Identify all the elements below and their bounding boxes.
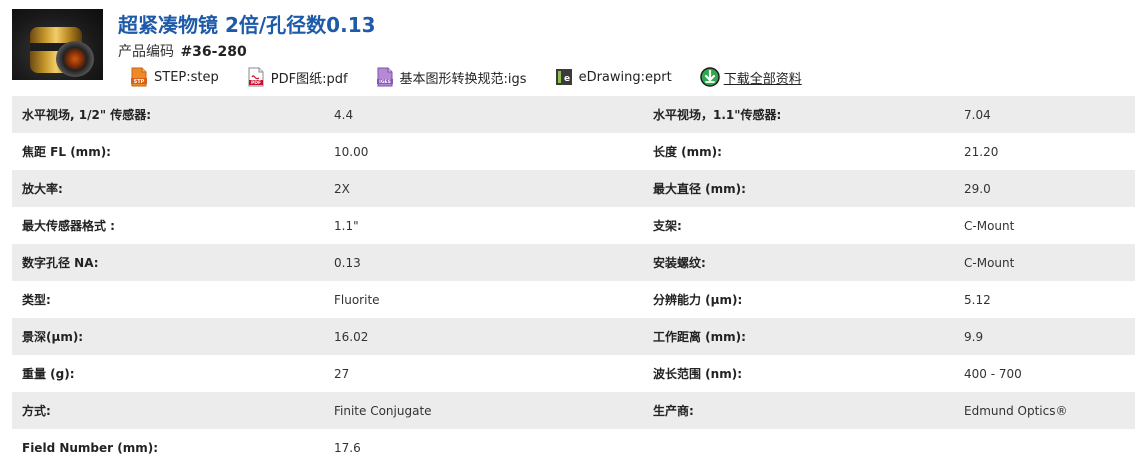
spec-value: C-Mount [954, 207, 1135, 244]
download-iges-label: 基本图形转换规范:igs [399, 71, 527, 87]
svg-text:IGES: IGES [379, 79, 391, 85]
iges-file-icon: IGES [376, 67, 394, 87]
spec-value: 0.13 [324, 244, 643, 281]
product-title: 超紧凑物镜 2倍/孔径数0.13 [118, 13, 376, 37]
spec-value: 9.9 [954, 318, 1135, 355]
product-code-number: #36-280 [180, 44, 247, 60]
lens-front-element [56, 41, 94, 77]
download-links: STP STEP:step PDF PDF图纸:pdf IGES 基本图形转换规… [130, 67, 830, 87]
spec-value: C-Mount [954, 244, 1135, 281]
product-code: 产品编码 #36-280 [118, 41, 247, 61]
spec-label: 放大率: [12, 170, 324, 207]
spec-value: 27 [324, 355, 643, 392]
spec-value: Fluorite [324, 281, 643, 318]
spec-label: 最大传感器格式 : [12, 207, 324, 244]
spec-value: 400 - 700 [954, 355, 1135, 392]
download-edrawing-label: eDrawing:eprt [578, 69, 672, 85]
spec-value [954, 429, 1135, 466]
specifications-table: 水平视场, 1/2" 传感器: 4.4 水平视场，1.1"传感器: 7.04 焦… [12, 96, 1135, 466]
download-edrawing-link[interactable]: e eDrawing:eprt [555, 67, 672, 87]
spec-label: 水平视场，1.1"传感器: [643, 96, 954, 133]
svg-text:e: e [564, 74, 570, 84]
spec-value: 16.02 [324, 318, 643, 355]
spec-label: 数字孔径 NA: [12, 244, 324, 281]
pdf-file-icon: PDF [247, 67, 265, 87]
spec-label: 波长范围 (nm): [643, 355, 954, 392]
spec-value: 2X [324, 170, 643, 207]
spec-label: 水平视场, 1/2" 传感器: [12, 96, 324, 133]
spec-row: 水平视场, 1/2" 传感器: 4.4 水平视场，1.1"传感器: 7.04 [12, 96, 1135, 133]
spec-row: Field Number (mm): 17.6 [12, 429, 1135, 466]
download-step-label: STEP:step [154, 69, 219, 85]
spec-value: 29.0 [954, 170, 1135, 207]
download-pdf-link[interactable]: PDF PDF图纸:pdf [247, 67, 348, 87]
spec-label: 焦距 FL (mm): [12, 133, 324, 170]
edrawing-file-icon: e [555, 67, 573, 87]
product-code-label: 产品编码 [118, 44, 174, 60]
spec-row: 焦距 FL (mm): 10.00 长度 (mm): 21.20 [12, 133, 1135, 170]
spec-value: 17.6 [324, 429, 643, 466]
spec-label: 重量 (g): [12, 355, 324, 392]
spec-value: Finite Conjugate [324, 392, 643, 429]
spec-value: 7.04 [954, 96, 1135, 133]
spec-label: Field Number (mm): [12, 429, 324, 466]
spec-label [643, 429, 954, 466]
spec-value: 4.4 [324, 96, 643, 133]
spec-label: 支架: [643, 207, 954, 244]
spec-label: 长度 (mm): [643, 133, 954, 170]
download-arrow-icon [699, 67, 720, 87]
product-image[interactable] [12, 9, 103, 80]
spec-label: 方式: [12, 392, 324, 429]
download-pdf-label: PDF图纸:pdf [270, 71, 348, 87]
spec-row: 最大传感器格式 : 1.1" 支架: C-Mount [12, 207, 1135, 244]
spec-row: 放大率: 2X 最大直径 (mm): 29.0 [12, 170, 1135, 207]
spec-row: 景深(μm): 16.02 工作距离 (mm): 9.9 [12, 318, 1135, 355]
spec-value: 10.00 [324, 133, 643, 170]
download-all-label: 下载全部资料 [723, 71, 802, 87]
spec-label: 安装螺纹: [643, 244, 954, 281]
spec-row: 数字孔径 NA: 0.13 安装螺纹: C-Mount [12, 244, 1135, 281]
download-step-link[interactable]: STP STEP:step [130, 67, 219, 87]
spec-row: 重量 (g): 27 波长范围 (nm): 400 - 700 [12, 355, 1135, 392]
product-header: 超紧凑物镜 2倍/孔径数0.13 产品编码 #36-280 STP STEP:s… [0, 0, 1135, 96]
download-all-link[interactable]: 下载全部资料 [699, 67, 802, 87]
spec-label: 类型: [12, 281, 324, 318]
spec-label: 工作距离 (mm): [643, 318, 954, 355]
spec-value: 21.20 [954, 133, 1135, 170]
spec-label: 最大直径 (mm): [643, 170, 954, 207]
svg-text:STP: STP [134, 79, 145, 85]
step-file-icon: STP [130, 67, 148, 87]
spec-value: Edmund Optics® [954, 392, 1135, 429]
spec-label: 分辨能力 (μm): [643, 281, 954, 318]
spec-row: 类型: Fluorite 分辨能力 (μm): 5.12 [12, 281, 1135, 318]
spec-row: 方式: Finite Conjugate 生产商: Edmund Optics® [12, 392, 1135, 429]
download-iges-link[interactable]: IGES 基本图形转换规范:igs [376, 67, 527, 87]
spec-value: 1.1" [324, 207, 643, 244]
svg-text:PDF: PDF [251, 80, 261, 86]
spec-label: 生产商: [643, 392, 954, 429]
spec-label: 景深(μm): [12, 318, 324, 355]
spec-value: 5.12 [954, 281, 1135, 318]
